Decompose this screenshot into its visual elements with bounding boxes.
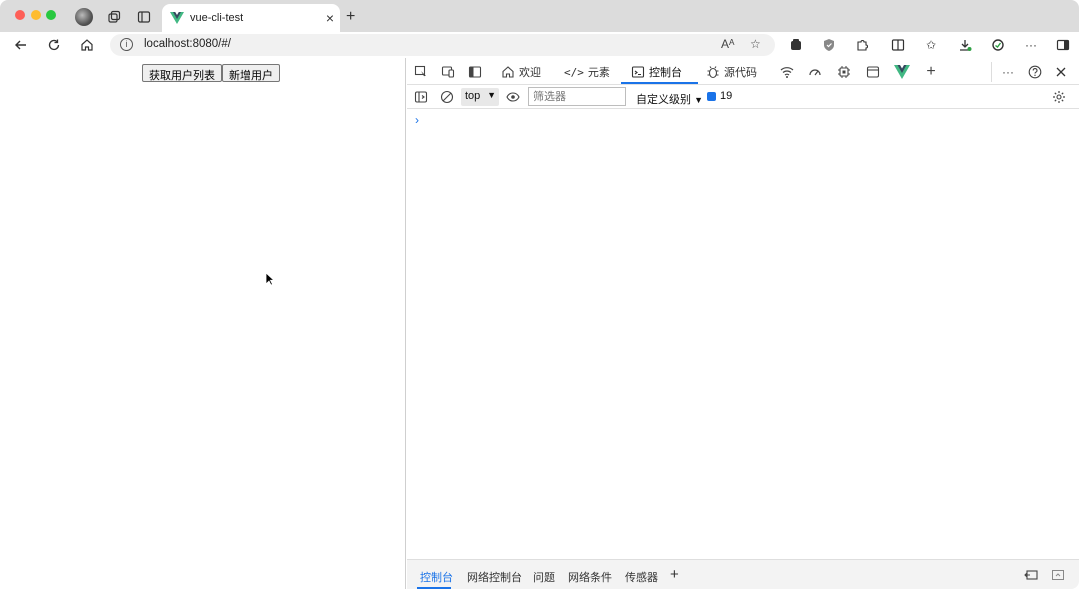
- new-tab-button[interactable]: +: [346, 8, 355, 26]
- workspaces-icon[interactable]: [106, 9, 122, 25]
- active-tab-indicator: [621, 82, 698, 84]
- clear-console-icon[interactable]: [439, 89, 455, 105]
- device-emulation-icon[interactable]: [440, 64, 456, 80]
- active-tab[interactable]: vue-cli-test ×: [162, 4, 340, 32]
- code-icon: </>: [564, 65, 584, 79]
- performance-icon[interactable]: [807, 64, 823, 80]
- drawer-tab-console[interactable]: 控制台: [420, 569, 453, 585]
- page-viewport: 获取用户列表 新增用户: [2, 58, 406, 589]
- tab-title: vue-cli-test: [190, 12, 244, 24]
- browser-window: vue-cli-test × + i localhost:8080/#/ Aᴬ …: [0, 0, 1079, 589]
- tab-sources-label: 源代码: [724, 67, 757, 79]
- address-bar[interactable]: i localhost:8080/#/ Aᴬ ☆: [110, 34, 775, 56]
- message-count-badge[interactable]: 19: [707, 90, 732, 102]
- live-expression-eye-icon[interactable]: [505, 89, 521, 105]
- home-icon[interactable]: [78, 36, 96, 54]
- extension-icon[interactable]: [788, 37, 804, 53]
- more-menu-icon[interactable]: ···: [1023, 37, 1039, 53]
- split-screen-icon[interactable]: [890, 37, 906, 53]
- url-text[interactable]: localhost:8080/#/: [144, 38, 231, 50]
- vertical-tabs-icon[interactable]: [136, 9, 152, 25]
- more-tools-plus-icon[interactable]: +: [923, 63, 939, 80]
- info-message-icon: [707, 91, 716, 101]
- mouse-cursor-icon: [265, 272, 275, 286]
- drawer-tab-network-console[interactable]: 网络控制台: [467, 569, 522, 585]
- network-wifi-icon[interactable]: [779, 64, 795, 80]
- help-icon[interactable]: [1027, 64, 1043, 80]
- home-icon: [502, 66, 514, 78]
- message-count: 19: [720, 90, 733, 102]
- log-levels-dropdown[interactable]: 自定义级别 ▼: [636, 91, 703, 107]
- close-devtools-icon[interactable]: [1053, 64, 1069, 80]
- site-info-icon[interactable]: i: [120, 38, 133, 51]
- collapse-drawer-icon[interactable]: [1050, 567, 1066, 583]
- inspect-element-icon[interactable]: [413, 64, 429, 80]
- memory-chip-icon[interactable]: [836, 64, 852, 80]
- profile-avatar[interactable]: [75, 8, 93, 26]
- drawer-tab-network-conditions[interactable]: 网络条件: [568, 569, 612, 585]
- chevron-down-icon: ▼: [487, 90, 496, 100]
- console-icon: [631, 66, 645, 78]
- devtools-more-icon[interactable]: ···: [1000, 64, 1016, 80]
- tab-welcome-label: 欢迎: [519, 67, 541, 79]
- application-icon[interactable]: [865, 64, 881, 80]
- browser-essentials-icon[interactable]: [990, 37, 1006, 53]
- context-select[interactable]: top ▼: [461, 88, 499, 106]
- bug-icon: [707, 66, 719, 79]
- address-toolbar: i localhost:8080/#/ Aᴬ ☆ ✩ ···: [0, 32, 1079, 58]
- dock-side-icon[interactable]: [467, 64, 483, 80]
- tab-elements[interactable]: </> 元素: [564, 63, 610, 81]
- tab-strip: vue-cli-test × +: [0, 0, 1079, 32]
- tab-console-label: 控制台: [649, 67, 682, 79]
- back-icon[interactable]: [12, 36, 30, 54]
- maximize-window-button[interactable]: [46, 10, 56, 20]
- minimize-window-button[interactable]: [31, 10, 41, 20]
- shield-icon[interactable]: [821, 37, 837, 53]
- drawer-tab-sensors[interactable]: 传感器: [625, 569, 658, 585]
- vue-favicon-icon: [170, 12, 184, 24]
- tab-close-button[interactable]: ×: [326, 10, 334, 26]
- vue-devtools-icon[interactable]: [894, 64, 910, 80]
- tab-console[interactable]: 控制台: [631, 63, 682, 81]
- devtools-drawer: 控制台 网络控制台 问题 网络条件 传感器 +: [407, 559, 1079, 589]
- devtools-panel: 欢迎 </> 元素 控制台 源代码 + ··· top ▼ 筛选器 自定义级别 …: [407, 58, 1079, 589]
- tab-sources[interactable]: 源代码: [706, 63, 757, 81]
- favorite-star-icon[interactable]: ☆: [750, 37, 761, 51]
- console-prompt[interactable]: ›: [415, 113, 419, 127]
- puzzle-icon[interactable]: [854, 37, 870, 53]
- show-sidebar-icon[interactable]: [413, 89, 429, 105]
- read-aloud-icon[interactable]: Aᴬ: [721, 37, 734, 51]
- context-select-value: top: [465, 90, 481, 102]
- drawer-add-tab-button[interactable]: +: [670, 566, 679, 583]
- toolbar-divider: [991, 62, 992, 82]
- dock-drawer-icon[interactable]: [1023, 567, 1039, 583]
- console-filter-input[interactable]: [528, 87, 626, 106]
- close-window-button[interactable]: [15, 10, 25, 20]
- get-user-list-button[interactable]: 获取用户列表: [142, 64, 222, 82]
- console-settings-gear-icon[interactable]: [1051, 89, 1067, 105]
- chevron-down-icon: ▼: [694, 95, 703, 105]
- page-button-group: 获取用户列表 新增用户: [142, 64, 280, 82]
- add-user-button[interactable]: 新增用户: [222, 64, 280, 82]
- sidebar-toggle-icon[interactable]: [1055, 37, 1071, 53]
- log-levels-label: 自定义级别: [636, 94, 691, 106]
- favorites-icon[interactable]: ✩: [923, 37, 939, 53]
- tab-elements-label: 元素: [587, 67, 610, 79]
- tab-welcome[interactable]: 欢迎: [501, 63, 541, 81]
- devtools-tab-bar: 欢迎 </> 元素 控制台 源代码 + ···: [407, 58, 1079, 85]
- console-toolbar: top ▼ 自定义级别 ▼ 19: [407, 85, 1079, 109]
- downloads-icon[interactable]: [957, 37, 973, 53]
- drawer-tab-issues[interactable]: 问题: [533, 569, 555, 585]
- refresh-icon[interactable]: [45, 36, 63, 54]
